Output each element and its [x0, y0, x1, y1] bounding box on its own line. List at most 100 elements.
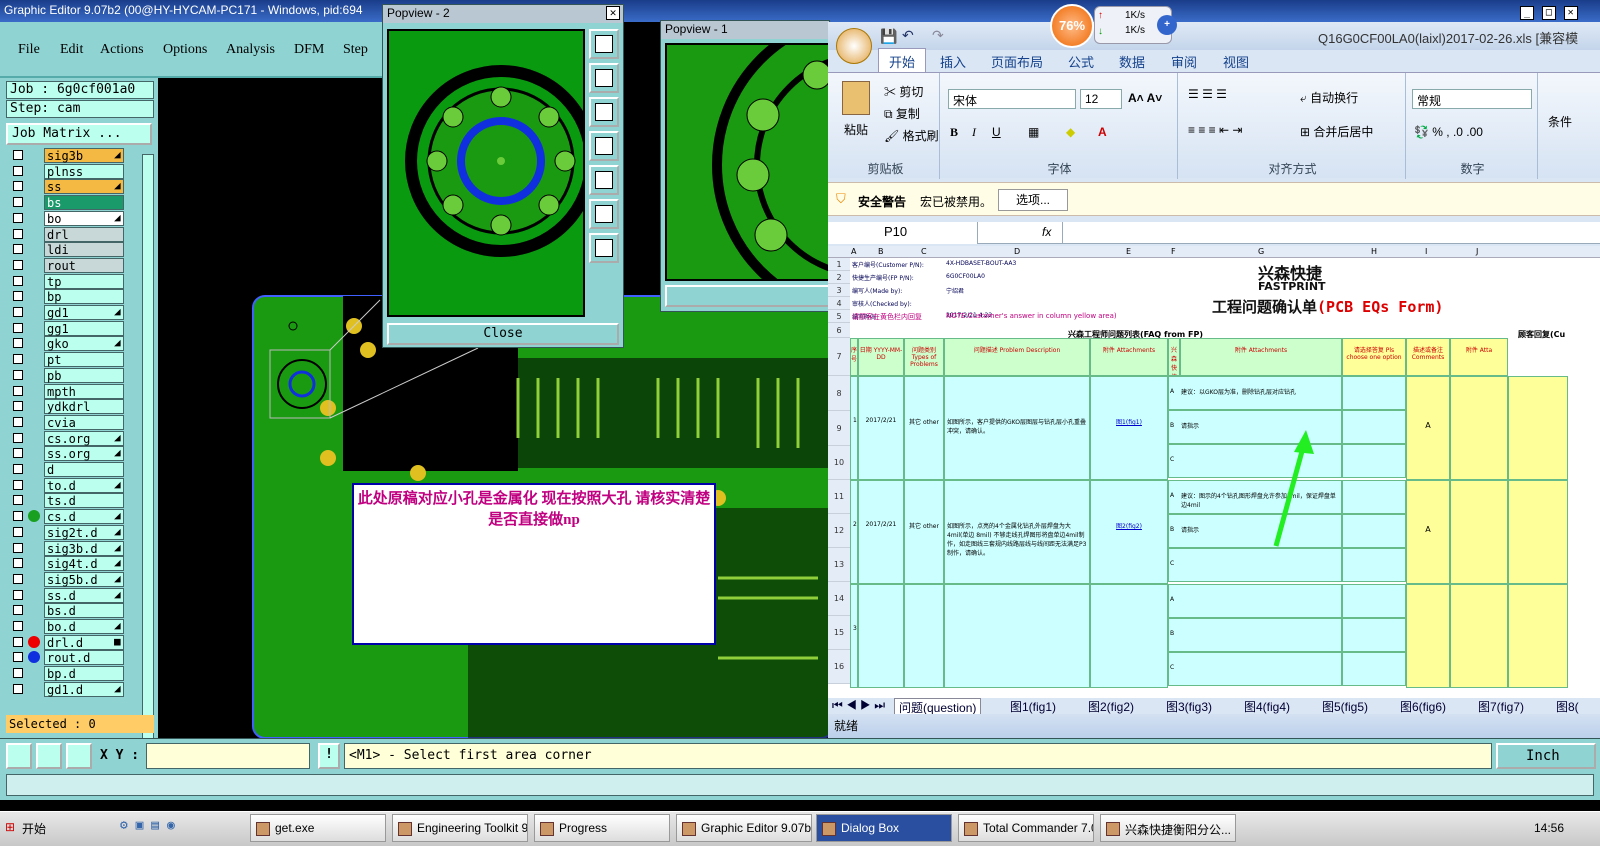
layer-name[interactable]: ldi [44, 242, 124, 258]
office-button[interactable] [836, 28, 872, 64]
units-button[interactable]: Inch [1496, 743, 1596, 769]
tab-view[interactable]: 视图 [1223, 52, 1249, 71]
layer-row[interactable]: bp [8, 289, 144, 305]
layer-checkbox[interactable] [13, 259, 23, 270]
italic-button[interactable]: I [972, 125, 976, 140]
xy-input[interactable] [146, 743, 310, 769]
layer-row[interactable]: rout [8, 257, 144, 273]
layer-checkbox[interactable] [13, 322, 23, 333]
sheet-tab[interactable]: 图4(fig4) [1240, 698, 1294, 715]
layer-name[interactable]: cvia [44, 414, 124, 430]
layer-name[interactable]: ts.d [44, 493, 124, 509]
layer-row[interactable]: cs.org ◢ [8, 430, 144, 446]
tab-formulas[interactable]: 公式 [1068, 52, 1094, 71]
layer-name[interactable]: bs [44, 195, 124, 211]
layer-name[interactable]: sig3b [44, 148, 124, 163]
grow-font-button[interactable]: A˄ A˅ [1128, 91, 1162, 105]
wrap-text-button[interactable]: ⤶ 自动换行 [1300, 89, 1358, 106]
menu-file[interactable]: File [18, 42, 40, 58]
pan-down-button[interactable] [589, 97, 619, 127]
layer-checkbox[interactable] [13, 244, 23, 255]
layer-checkbox[interactable] [13, 432, 23, 443]
layer-name[interactable]: gd1 [44, 305, 124, 320]
task-dialog-box[interactable]: Dialog Box [816, 814, 952, 842]
layer-row[interactable]: plnss [8, 163, 144, 179]
layer-name[interactable]: cs.org [44, 430, 124, 446]
layer-checkbox[interactable] [13, 558, 23, 569]
pan-up-button[interactable] [589, 63, 619, 93]
layer-name[interactable]: cs.d [44, 509, 124, 525]
layer-checkbox[interactable] [13, 683, 23, 694]
conditional-format-button[interactable]: 条件 [1548, 113, 1572, 130]
font-name-select[interactable]: 宋体 [948, 89, 1076, 109]
name-box[interactable]: P10 [828, 222, 978, 244]
layer-row[interactable]: bs [8, 195, 144, 211]
layer-name[interactable]: bs.d [44, 603, 124, 619]
snap-icon[interactable] [36, 743, 62, 769]
popview-1-close-button[interactable] [665, 285, 831, 307]
layer-checkbox[interactable] [13, 621, 23, 631]
layer-row[interactable]: gd1 ◢ [8, 305, 144, 320]
menu-analysis[interactable]: Analysis [226, 42, 275, 58]
layer-name[interactable]: mpth [44, 383, 124, 399]
layer-name[interactable]: drl.d [44, 634, 124, 650]
layer-row[interactable]: to.d ◢ [8, 477, 144, 493]
menu-actions[interactable]: Actions [100, 42, 144, 58]
menu-dfm[interactable]: DFM [294, 42, 324, 58]
layer-name[interactable]: drl [44, 226, 124, 242]
layer-checkbox[interactable] [13, 511, 23, 522]
merge-center-button[interactable]: ⊞ 合并后居中 [1300, 123, 1373, 140]
sheet-tab[interactable]: 图3(fig3) [1162, 698, 1216, 715]
task-graphic-editor[interactable]: Graphic Editor 9.07b2... [676, 814, 812, 842]
layer-row[interactable]: ts.d [8, 493, 144, 509]
job-matrix-button[interactable]: Job Matrix ... [6, 123, 152, 145]
layer-name[interactable]: gg1 [44, 320, 124, 336]
align-top-icon[interactable]: ☰ ☰ ☰ [1188, 87, 1227, 101]
layer-checkbox[interactable] [13, 448, 23, 459]
layer-name[interactable]: gko [44, 336, 124, 352]
layer-row[interactable]: pb [8, 367, 144, 383]
layer-name[interactable]: sig3b.d [44, 540, 124, 556]
layer-checkbox[interactable] [13, 307, 23, 317]
layer-checkbox[interactable] [13, 668, 23, 679]
layer-name[interactable]: sig5b.d [44, 571, 124, 587]
layer-checkbox[interactable] [13, 416, 23, 427]
layer-row[interactable]: tp [8, 273, 144, 289]
layer-checkbox[interactable] [13, 542, 23, 553]
layer-checkbox[interactable] [13, 181, 23, 192]
layer-checkbox[interactable] [13, 495, 23, 506]
layer-scrollbar[interactable] [142, 154, 154, 780]
pan-right-button[interactable] [589, 165, 619, 195]
net-meter-percent[interactable]: 76% [1050, 4, 1094, 48]
layer-name[interactable]: tp [44, 273, 124, 289]
layer-row[interactable]: ss ◢ [8, 179, 144, 195]
popview-2-canvas[interactable] [387, 29, 585, 317]
redo-icon[interactable]: ↷ [932, 27, 944, 44]
layer-name[interactable]: rout [44, 257, 124, 273]
maximize-icon[interactable]: □ [1541, 6, 1556, 20]
format-painter-button[interactable]: 🖌 格式刷 [884, 127, 939, 144]
layer-row[interactable]: bo ◢ [8, 210, 144, 226]
layer-checkbox[interactable] [13, 228, 23, 239]
layer-checkbox[interactable] [13, 605, 23, 616]
font-color-icon[interactable]: A [1098, 125, 1107, 139]
layer-row[interactable]: mpth [8, 383, 144, 399]
layer-name[interactable]: plnss [44, 163, 124, 179]
formula-input[interactable] [1062, 222, 1600, 244]
popview-1-canvas[interactable] [665, 43, 831, 281]
layer-row[interactable]: gd1.d ◢ [8, 681, 144, 697]
layer-checkbox[interactable] [13, 385, 23, 396]
layer-name[interactable]: pt [44, 352, 124, 368]
layer-name[interactable]: bp [44, 289, 124, 305]
paste-button[interactable]: 粘贴 [844, 121, 868, 138]
layer-name[interactable]: rout.d [44, 650, 124, 666]
tab-review[interactable]: 审阅 [1171, 52, 1197, 71]
layer-checkbox[interactable] [13, 636, 23, 647]
task-fastprint[interactable]: 兴森快捷衡阳分公... [1100, 814, 1236, 842]
sheet-tab[interactable]: 图5(fig5) [1318, 698, 1372, 715]
cut-button[interactable]: ✂ 剪切 [884, 83, 923, 100]
tab-data[interactable]: 数据 [1119, 52, 1145, 71]
popview-close-button[interactable]: Close [387, 323, 619, 345]
layer-checkbox[interactable] [13, 212, 23, 223]
border-icon[interactable]: ▦ [1028, 125, 1039, 139]
